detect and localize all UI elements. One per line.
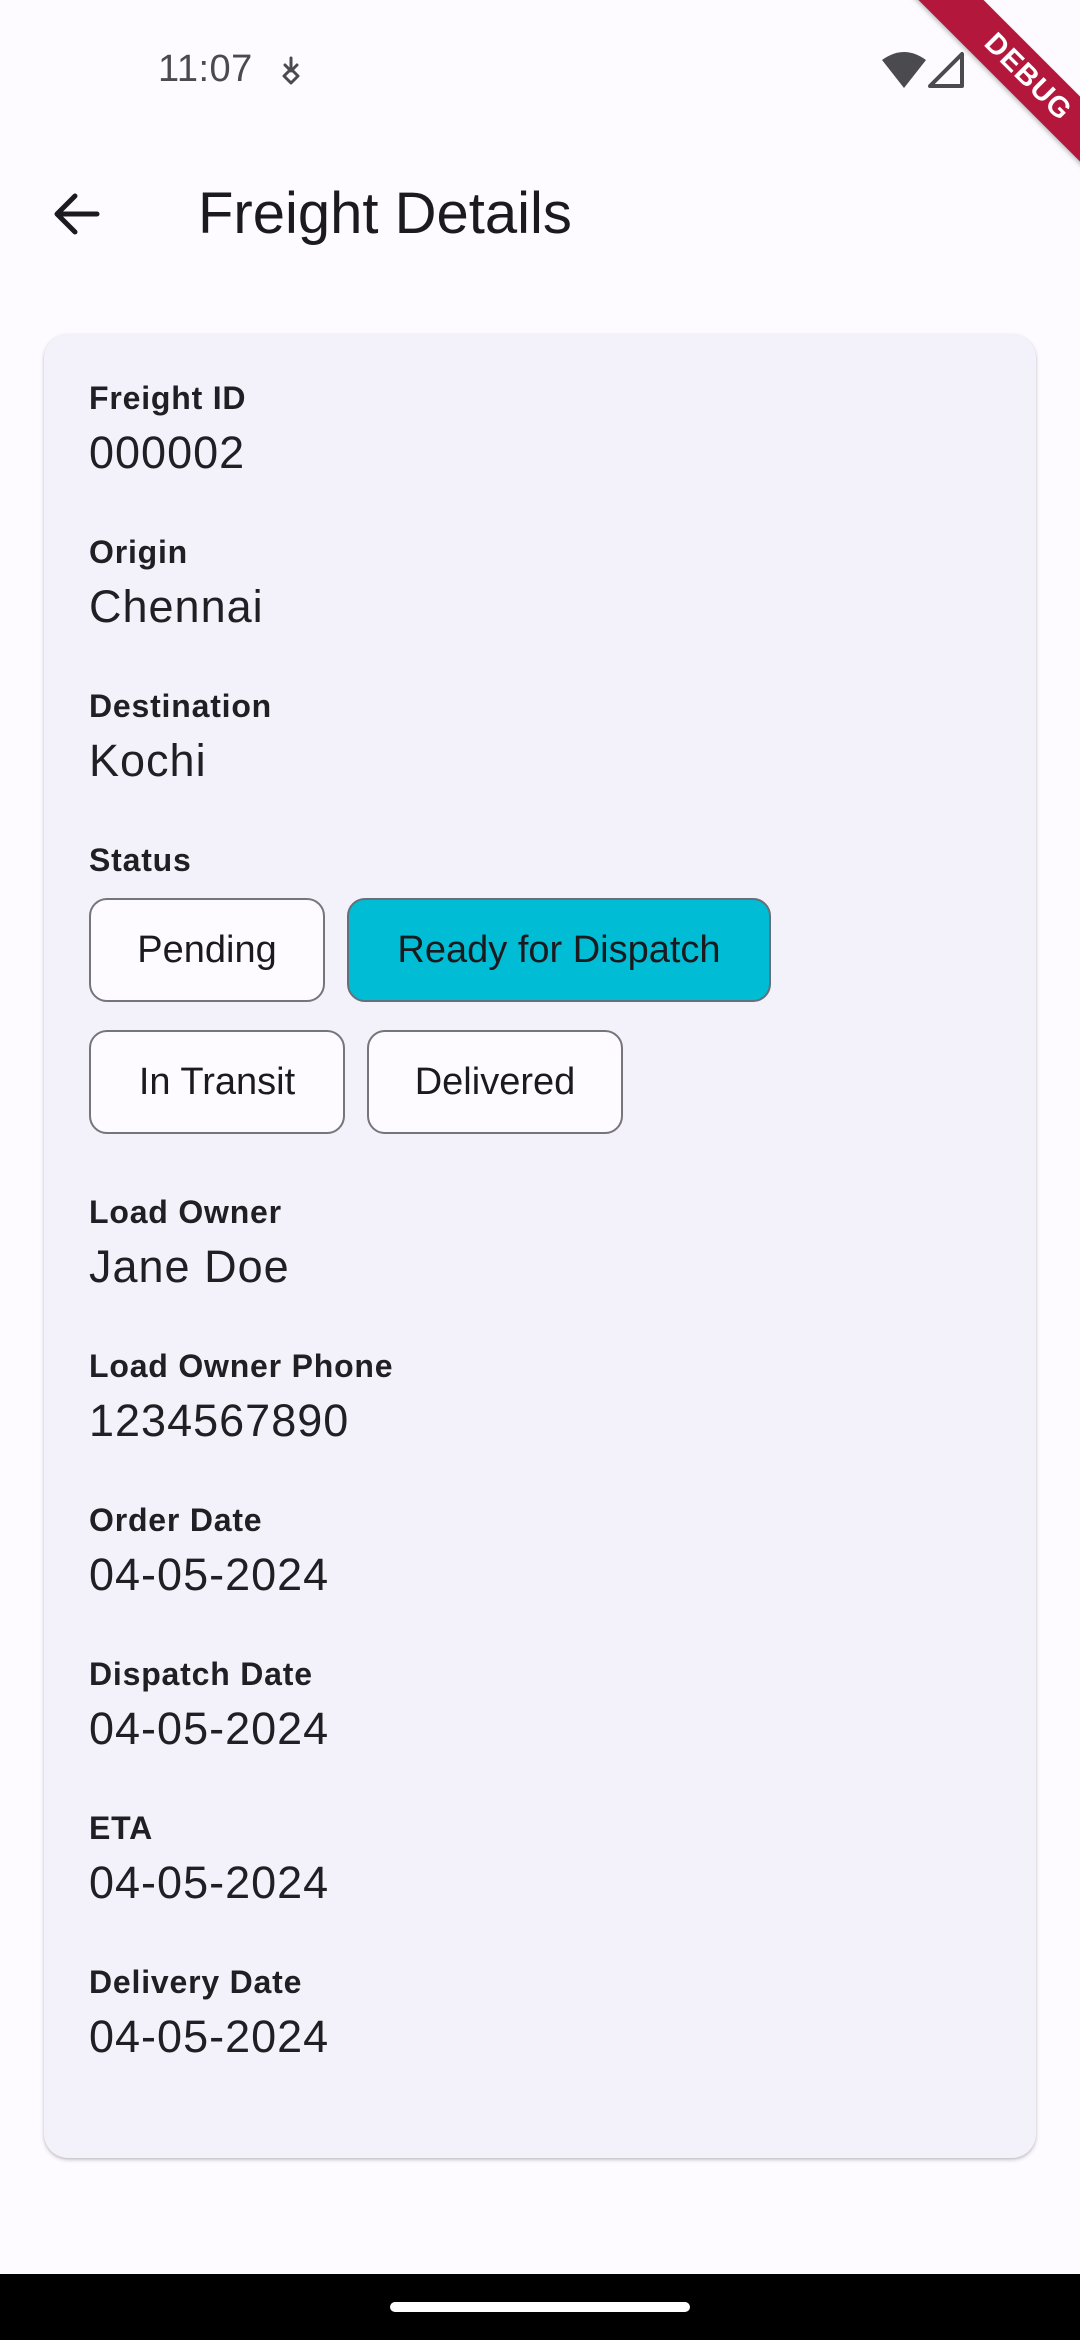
status-chip-delivered[interactable]: Delivered — [367, 1030, 623, 1134]
order-date-value: 04-05-2024 — [89, 1549, 330, 1600]
eta-label: ETA — [89, 1810, 154, 1846]
load-owner-phone-label: Load Owner Phone — [89, 1348, 394, 1384]
load-owner-value: Jane Doe — [89, 1241, 290, 1292]
dispatch-date-field: Dispatch Date 04-05-2024 — [89, 1656, 329, 1755]
load-owner-label: Load Owner — [89, 1194, 282, 1230]
download-sync-icon — [282, 56, 300, 85]
freight-id-value: 000002 — [89, 427, 246, 478]
status-bar: 11:07 — [0, 0, 1080, 140]
home-gesture-handle[interactable] — [390, 2302, 690, 2312]
eta-value: 04-05-2024 — [89, 1857, 330, 1908]
status-chip-pending[interactable]: Pending — [89, 898, 325, 1002]
destination-field: Destination Kochi — [89, 688, 272, 787]
system-nav-bar — [0, 2274, 1080, 2340]
load-owner-phone-value: 1234567890 — [89, 1395, 350, 1446]
dispatch-date-label: Dispatch Date — [89, 1656, 313, 1692]
destination-label: Destination — [89, 688, 273, 724]
dispatch-date-value: 04-05-2024 — [89, 1703, 330, 1754]
eta-field: ETA 04-05-2024 — [89, 1810, 329, 1909]
origin-value: Chennai — [89, 581, 264, 632]
freight-id-label: Freight ID — [89, 380, 247, 416]
delivery-date-label: Delivery Date — [89, 1964, 303, 2000]
freight-id-field: Freight ID 000002 — [89, 380, 246, 479]
app-bar: Freight Details — [0, 150, 1080, 274]
order-date-label: Order Date — [89, 1502, 263, 1538]
back-button[interactable] — [32, 174, 122, 254]
freight-details-card: Freight ID 000002 Origin Chennai Destina… — [44, 334, 1036, 2158]
destination-value: Kochi — [89, 735, 207, 786]
screen: 11:07 DEBUG Freight Details Freight ID 0… — [0, 0, 1080, 2340]
load-owner-field: Load Owner Jane Doe — [89, 1194, 290, 1293]
status-time: 11:07 — [158, 48, 253, 90]
delivery-date-value: 04-05-2024 — [89, 2011, 330, 2062]
arrow-back-icon — [54, 193, 100, 235]
cell-signal-icon — [928, 52, 964, 88]
load-owner-phone-field: Load Owner Phone 1234567890 — [89, 1348, 393, 1447]
status-chip-in-transit[interactable]: In Transit — [89, 1030, 345, 1134]
order-date-field: Order Date 04-05-2024 — [89, 1502, 329, 1601]
origin-field: Origin Chennai — [89, 534, 264, 633]
page-title: Freight Details — [198, 181, 572, 246]
delivery-date-field: Delivery Date 04-05-2024 — [89, 1964, 329, 2063]
status-field: Status — [89, 842, 192, 879]
status-chip-ready-for-dispatch[interactable]: Ready for Dispatch — [347, 898, 771, 1002]
wifi-icon — [882, 52, 926, 88]
status-label: Status — [89, 842, 192, 878]
origin-label: Origin — [89, 534, 189, 570]
